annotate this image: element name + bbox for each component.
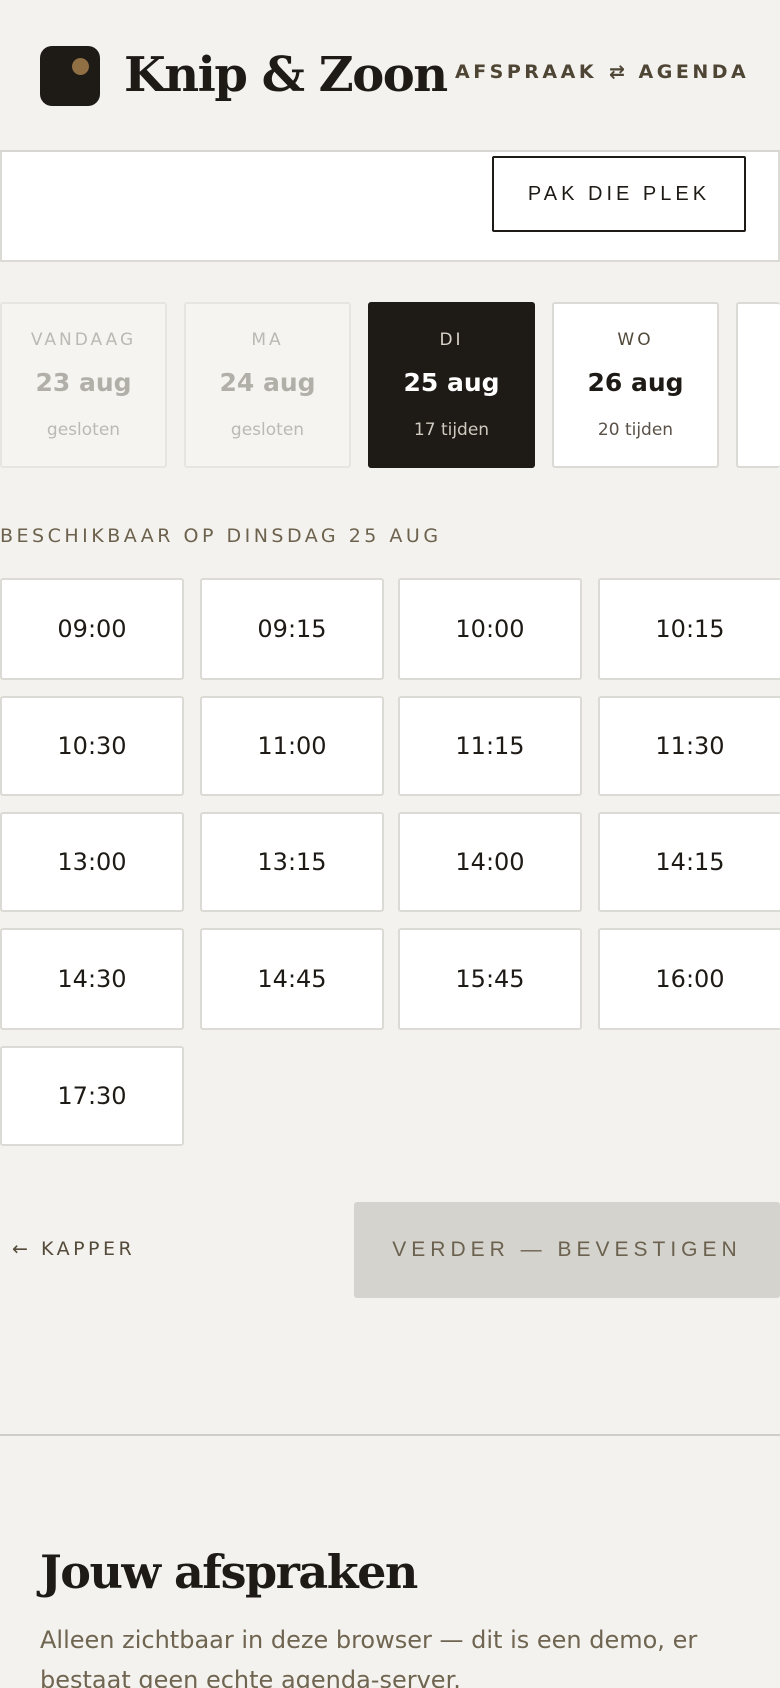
brand-name[interactable]: Knip & Zoon bbox=[124, 40, 448, 110]
day-card-today: VANDAAG 23 aug gesloten bbox=[0, 302, 167, 468]
time-slot[interactable]: 11:15 bbox=[398, 696, 582, 796]
nav-afspraak-link[interactable]: AFSPRAAK bbox=[455, 60, 597, 84]
time-slot[interactable]: 14:45 bbox=[200, 928, 384, 1030]
day-card-monday: MA 24 aug gesloten bbox=[184, 302, 351, 468]
time-slot[interactable]: 13:15 bbox=[200, 812, 384, 912]
appointments-description: Alleen zichtbaar in deze browser — dit i… bbox=[40, 1626, 698, 1688]
day-card-wednesday[interactable]: WO 26 aug 20 tijden bbox=[552, 302, 719, 468]
day-date: 23 aug bbox=[35, 368, 132, 397]
day-availability: gesloten bbox=[230, 420, 305, 440]
logo-icon[interactable] bbox=[40, 46, 100, 106]
time-slot[interactable]: 13:00 bbox=[0, 812, 184, 912]
day-label: VANDAAG bbox=[30, 330, 137, 350]
day-card-tuesday[interactable]: DI 25 aug 17 tijden bbox=[368, 302, 535, 468]
day-availability: gesloten bbox=[46, 420, 121, 440]
time-slot[interactable]: 14:30 bbox=[0, 928, 184, 1030]
site-header: Knip & Zoon AFSPRAAK ⇄ AGENDA bbox=[0, 0, 780, 150]
time-slot[interactable]: 10:30 bbox=[0, 696, 184, 796]
time-slot[interactable]: 17:30 bbox=[0, 1046, 184, 1146]
time-slot[interactable]: 14:00 bbox=[398, 812, 582, 912]
available-times-label: BESCHIKBAAR OP DINSDAG 25 AUG bbox=[0, 525, 442, 547]
day-availability: 17 tijden bbox=[413, 420, 490, 440]
time-slot[interactable]: 15:45 bbox=[398, 928, 582, 1030]
time-slot[interactable]: 11:30 bbox=[598, 696, 780, 796]
section-divider bbox=[0, 1434, 780, 1436]
nav-agenda-link[interactable]: ⇄ AGENDA bbox=[609, 60, 749, 84]
day-label: DI bbox=[439, 330, 464, 350]
time-slot[interactable]: 16:00 bbox=[598, 928, 780, 1030]
day-label: MA bbox=[251, 330, 284, 350]
claim-slot-button[interactable]: PAK DIE PLEK bbox=[492, 156, 746, 232]
back-to-barber-link[interactable]: ← KAPPER bbox=[12, 1235, 135, 1263]
time-slot[interactable]: 10:00 bbox=[398, 578, 582, 680]
continue-confirm-button[interactable]: VERDER — BEVESTIGEN bbox=[354, 1202, 780, 1298]
day-date: 24 aug bbox=[219, 368, 316, 397]
time-slot[interactable]: 11:00 bbox=[200, 696, 384, 796]
logo-dot bbox=[72, 58, 89, 75]
time-slot[interactable]: 09:15 bbox=[200, 578, 384, 680]
time-slot[interactable]: 14:15 bbox=[598, 812, 780, 912]
day-date: 26 aug bbox=[587, 368, 684, 397]
day-date: 25 aug bbox=[403, 368, 500, 397]
day-availability: 20 tijden bbox=[597, 420, 674, 440]
appointments-title: Jouw afspraken bbox=[40, 1545, 418, 1599]
day-card-thursday[interactable] bbox=[736, 302, 780, 468]
time-slot[interactable]: 10:15 bbox=[598, 578, 780, 680]
time-slot[interactable]: 09:00 bbox=[0, 578, 184, 680]
day-label: WO bbox=[617, 330, 654, 350]
